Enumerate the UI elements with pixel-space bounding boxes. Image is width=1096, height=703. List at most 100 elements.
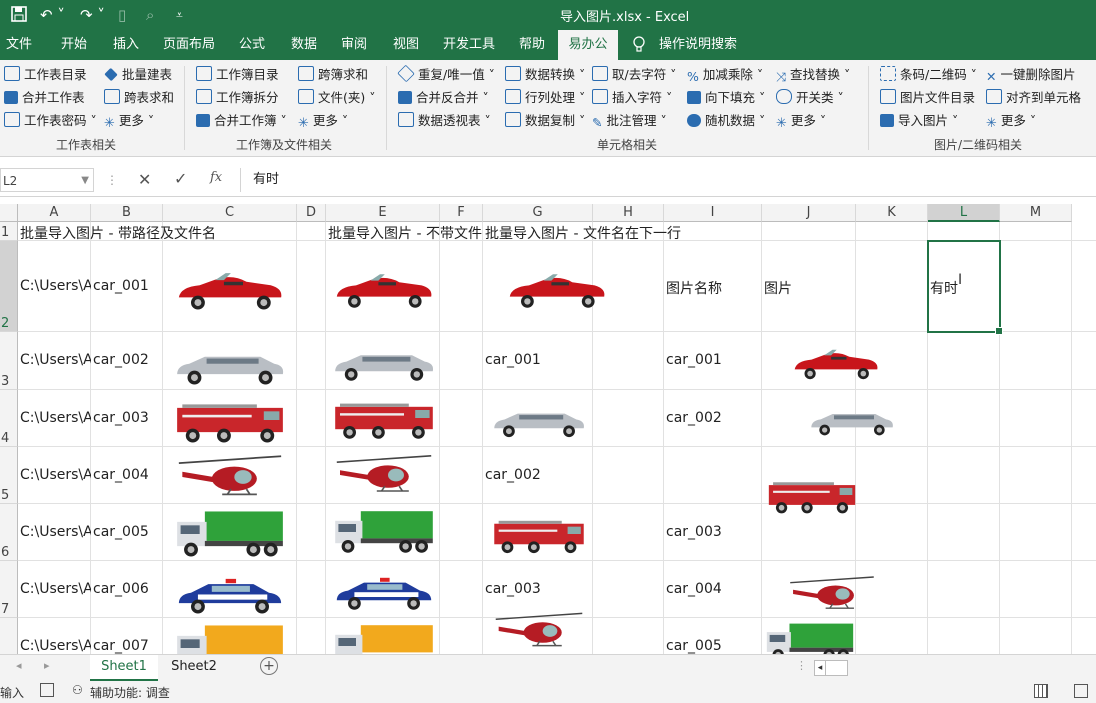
select-all-corner[interactable] [0, 204, 18, 222]
column-header-g[interactable]: G [483, 204, 593, 222]
column-header-e[interactable]: E [326, 204, 440, 222]
cell-g7[interactable]: car_003 [485, 581, 541, 597]
page-layout-view-icon[interactable] [1074, 684, 1088, 698]
more-sheet-button[interactable]: ✳ 更多 ˅ [104, 111, 154, 131]
scroll-right-icon[interactable]: ▸ [44, 659, 50, 672]
row-header-8[interactable] [0, 618, 18, 654]
column-header-f[interactable]: F [440, 204, 483, 222]
more-picture-button[interactable]: ✳ 更多 ˅ [986, 111, 1036, 131]
picture-fire-truck[interactable] [328, 394, 440, 442]
normal-view-icon[interactable] [1034, 684, 1048, 698]
scroll-left-icon[interactable]: ◂ [16, 659, 22, 672]
sheet-password-button[interactable]: 工作表密码 ˅ [4, 111, 97, 131]
picture-red-convertible[interactable] [328, 263, 440, 311]
picture-police-car[interactable] [165, 565, 295, 617]
picture-green-cargo-truck[interactable] [764, 620, 856, 654]
macro-record-icon[interactable] [40, 683, 54, 697]
pivot-table-button[interactable]: 数据透视表 ˅ [398, 111, 491, 131]
row-header-1[interactable]: 1 [0, 222, 18, 241]
tab-view[interactable]: 视图 [384, 30, 428, 60]
tell-me-search[interactable]: 操作说明搜索 [656, 30, 740, 60]
cell-g1[interactable]: 批量导入图片 - 文件名在下一行 [485, 223, 681, 243]
cell-a2[interactable]: C:\Users\A [20, 278, 91, 294]
picture-fire-truck[interactable] [165, 394, 295, 446]
cell-a4[interactable]: C:\Users\A [20, 410, 91, 426]
tab-help[interactable]: 帮助 [510, 30, 554, 60]
more-workbook-button[interactable]: ✳ 更多 ˅ [298, 111, 348, 131]
picture-silver-limousine[interactable] [485, 396, 593, 440]
row-header-2[interactable]: 2 [0, 241, 18, 332]
row-column-button[interactable]: 行列处理 ˅ [505, 88, 585, 108]
duplicate-unique-button[interactable]: 重复/唯一值 ˅ [397, 64, 495, 85]
column-header-h[interactable]: H [593, 204, 664, 222]
picture-silver-limousine[interactable] [165, 336, 295, 388]
row-header-6[interactable]: 6 [0, 504, 18, 561]
chevron-down-icon[interactable]: ▼ [81, 169, 89, 193]
print-preview-icon[interactable]: ⌕ [146, 5, 154, 25]
random-data-button[interactable]: 随机数据 ˅ [687, 111, 765, 131]
redo-icon[interactable]: ↷ ˅ [80, 5, 105, 25]
picture-police-car[interactable] [328, 565, 440, 613]
cell-b6[interactable]: car_005 [93, 524, 149, 540]
cell-a3[interactable]: C:\Users\A [20, 352, 91, 368]
cell-b5[interactable]: car_004 [93, 467, 149, 483]
picture-yellow-truck[interactable] [328, 622, 440, 654]
column-header-k[interactable]: K [856, 204, 928, 222]
cell-g3[interactable]: car_001 [485, 352, 541, 368]
tab-home[interactable]: 开始 [52, 30, 96, 60]
picture-helicopter[interactable] [328, 451, 440, 499]
find-replace-button[interactable]: ⤨ 查找替换 ˅ [776, 65, 850, 85]
picture-silver-limousine[interactable] [328, 336, 440, 384]
picture-fire-truck[interactable] [485, 512, 593, 556]
row-header-4[interactable]: 4 [0, 390, 18, 447]
cell-i4[interactable]: car_002 [666, 410, 722, 426]
cross-sheet-sum-button[interactable]: 跨表求和 [104, 88, 174, 108]
horizontal-scrollbar[interactable]: ◂ [814, 660, 848, 676]
lightbulb-icon[interactable] [632, 30, 652, 60]
tab-review[interactable]: 审阅 [332, 30, 376, 60]
column-header-b[interactable]: B [91, 204, 163, 222]
column-header-d[interactable]: D [297, 204, 326, 222]
cell-a5[interactable]: C:\Users\A [20, 467, 91, 483]
cell-b2[interactable]: car_001 [93, 278, 149, 294]
undo-icon[interactable]: ↶ ˅ [40, 5, 65, 25]
tab-formulas[interactable]: 公式 [230, 30, 274, 60]
data-copy-button[interactable]: 数据复制 ˅ [505, 111, 585, 131]
data-convert-button[interactable]: 数据转换 ˅ [505, 65, 585, 85]
file-folder-button[interactable]: 文件(夹) ˅ [298, 88, 375, 108]
cell-e1[interactable]: 批量导入图片 - 不带文件 [328, 223, 483, 243]
row-header-7[interactable]: 7 [0, 561, 18, 618]
cell-b8[interactable]: car_007 [93, 638, 149, 654]
cell-i7[interactable]: car_004 [666, 581, 722, 597]
cancel-entry-icon[interactable]: ✕ [138, 170, 151, 189]
column-header-l[interactable]: L [928, 204, 1000, 222]
column-header-m[interactable]: M [1000, 204, 1072, 222]
cell-j2[interactable]: 图片 [764, 278, 792, 298]
barcode-qrcode-button[interactable]: 条码/二维码 ˅ [880, 65, 977, 85]
cell-b4[interactable]: car_003 [93, 410, 149, 426]
extract-chars-button[interactable]: 取/去字符 ˅ [592, 65, 676, 85]
cell-b3[interactable]: car_002 [93, 352, 149, 368]
column-header-i[interactable]: I [664, 204, 762, 222]
import-pictures-button[interactable]: 导入图片 ˅ [880, 111, 958, 131]
sheet-tab-sheet1[interactable]: Sheet1 [90, 655, 158, 681]
column-header-a[interactable]: A [18, 204, 91, 222]
comment-manage-button[interactable]: ✎ 批注管理 ˅ [592, 111, 667, 131]
arithmetic-button[interactable]: % 加减乘除 ˅ [687, 65, 763, 85]
formula-input[interactable]: 有时 [240, 168, 1096, 192]
cell-a6[interactable]: C:\Users\A [20, 524, 91, 540]
fill-handle[interactable] [995, 327, 1003, 335]
picture-red-convertible[interactable] [790, 340, 882, 382]
row-header-5[interactable]: 5 [0, 447, 18, 504]
picture-helicopter[interactable] [485, 609, 593, 653]
sheet-directory-button[interactable]: 工作表目录 [4, 65, 87, 85]
merge-unmerge-button[interactable]: 合并反合并 ˅ [398, 88, 489, 108]
picture-yellow-truck[interactable] [165, 622, 295, 654]
new-file-icon[interactable]: ▯ [118, 5, 126, 25]
insert-chars-button[interactable]: 插入字符 ˅ [592, 88, 672, 108]
cross-workbook-sum-button[interactable]: 跨簿求和 [298, 65, 368, 85]
accessibility-status[interactable]: 辅助功能: 调查 [90, 684, 170, 701]
merge-workbook-button[interactable]: 合并工作簿 ˅ [196, 111, 287, 131]
fill-down-button[interactable]: 向下填充 ˅ [687, 88, 765, 108]
picture-file-directory-button[interactable]: 图片文件目录 [880, 88, 975, 108]
